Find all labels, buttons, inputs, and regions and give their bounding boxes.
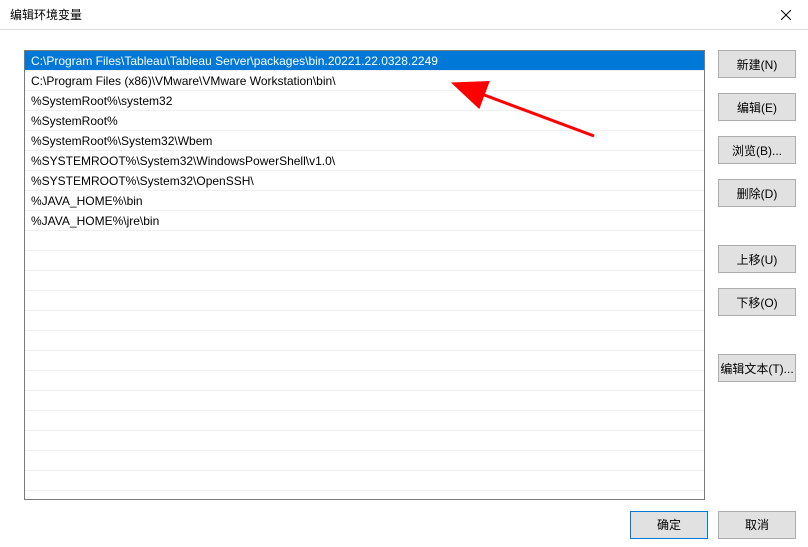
path-entry xyxy=(25,291,704,311)
path-entry xyxy=(25,431,704,451)
path-entry xyxy=(25,371,704,391)
path-entry xyxy=(25,351,704,371)
close-button[interactable] xyxy=(763,0,808,30)
titlebar: 编辑环境变量 xyxy=(0,0,808,30)
browse-button[interactable]: 浏览(B)... xyxy=(718,136,796,164)
path-entry[interactable]: %SYSTEMROOT%\System32\WindowsPowerShell\… xyxy=(25,151,704,171)
path-entry[interactable]: %JAVA_HOME%\bin xyxy=(25,191,704,211)
dialog-content: C:\Program Files\Tableau\Tableau Server\… xyxy=(0,30,808,502)
edit-text-button[interactable]: 编辑文本(T)... xyxy=(718,354,796,382)
path-entry xyxy=(25,411,704,431)
path-entry xyxy=(25,311,704,331)
path-entry xyxy=(25,331,704,351)
move-up-button[interactable]: 上移(U) xyxy=(718,245,796,273)
path-entry xyxy=(25,231,704,251)
delete-button[interactable]: 删除(D) xyxy=(718,179,796,207)
close-icon xyxy=(781,10,791,20)
ok-button[interactable]: 确定 xyxy=(630,511,708,539)
path-entry[interactable]: C:\Program Files (x86)\VMware\VMware Wor… xyxy=(25,71,704,91)
path-entry[interactable]: %SYSTEMROOT%\System32\OpenSSH\ xyxy=(25,171,704,191)
path-entry xyxy=(25,271,704,291)
path-entry xyxy=(25,471,704,491)
bottom-bar: 确定 取消 xyxy=(0,502,808,547)
window-title: 编辑环境变量 xyxy=(10,6,82,23)
path-entry xyxy=(25,391,704,411)
side-button-panel: 新建(N) 编辑(E) 浏览(B)... 删除(D) 上移(U) 下移(O) 编… xyxy=(718,50,796,382)
path-entry[interactable]: %SystemRoot%\System32\Wbem xyxy=(25,131,704,151)
path-listbox[interactable]: C:\Program Files\Tableau\Tableau Server\… xyxy=(24,50,705,500)
path-entry[interactable]: %SystemRoot%\system32 xyxy=(25,91,704,111)
path-entry[interactable]: %SystemRoot% xyxy=(25,111,704,131)
new-button[interactable]: 新建(N) xyxy=(718,50,796,78)
cancel-button[interactable]: 取消 xyxy=(718,511,796,539)
path-entry[interactable]: C:\Program Files\Tableau\Tableau Server\… xyxy=(25,51,704,71)
path-entry xyxy=(25,451,704,471)
edit-button[interactable]: 编辑(E) xyxy=(718,93,796,121)
move-down-button[interactable]: 下移(O) xyxy=(718,288,796,316)
path-entry xyxy=(25,251,704,271)
path-entry[interactable]: %JAVA_HOME%\jre\bin xyxy=(25,211,704,231)
